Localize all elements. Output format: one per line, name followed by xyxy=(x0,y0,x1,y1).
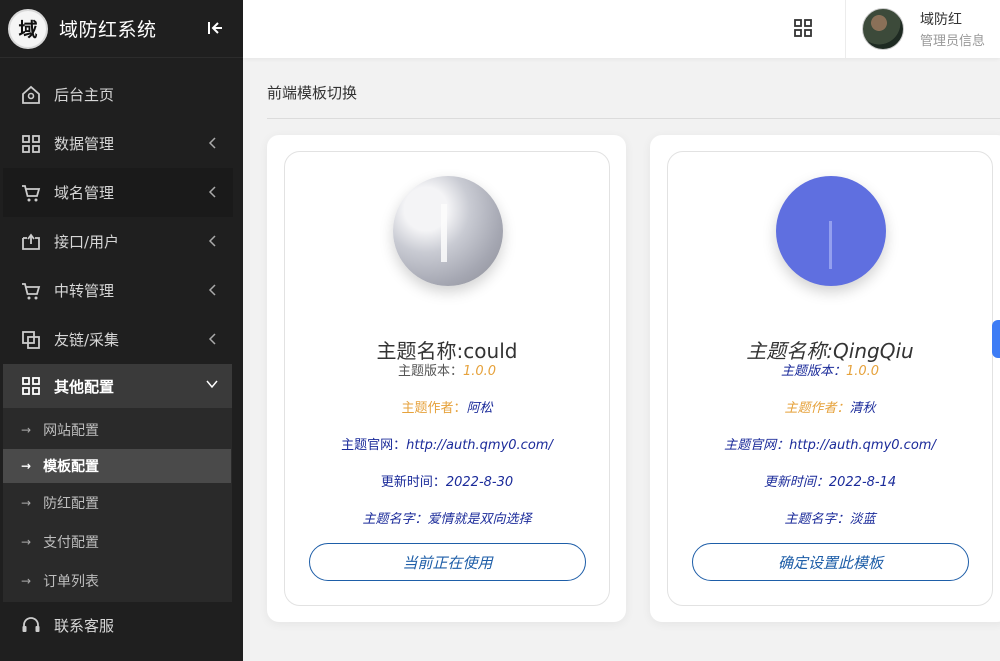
submenu-item-label: 订单列表 xyxy=(43,573,100,590)
chevron-left-icon xyxy=(208,284,216,296)
submenu-item-label: 防红配置 xyxy=(43,495,100,512)
sidebar-item-label: 其他配置 xyxy=(54,377,115,396)
sidebar-item-links[interactable]: 友链/采集 xyxy=(0,315,243,364)
theme-site-label: 主题官网： xyxy=(724,438,790,453)
set-theme-button[interactable]: 确定设置此模板 xyxy=(692,543,969,581)
theme-alias: 爱情就是双向选择 xyxy=(427,512,532,527)
sidebar-item-label: 数据管理 xyxy=(54,135,115,153)
sidebar-item-label: 接口/用户 xyxy=(54,233,120,251)
sidebar-item-support[interactable]: 联系客服 xyxy=(0,602,243,648)
theme-version-label: 主题版本： xyxy=(397,364,463,379)
theme-version: 1.0.0 xyxy=(845,364,880,379)
submenu-item-order-list[interactable]: → 订单列表 xyxy=(3,561,232,600)
user-role[interactable]: 管理员信息 xyxy=(920,30,985,49)
submenu-item-antiblock-config[interactable]: → 防红配置 xyxy=(3,483,232,522)
collapse-sidebar-icon[interactable] xyxy=(205,18,225,38)
sidebar-item-home[interactable]: 后台主页 xyxy=(0,70,243,119)
theme-alias-row: 主题名字：爱情就是双向选择 xyxy=(285,508,609,527)
sidebar-item-relay[interactable]: 中转管理 xyxy=(0,266,243,315)
app-logo: 域 xyxy=(8,8,48,49)
theme-updated-row: 更新时间：2022-8-14 xyxy=(668,471,992,490)
theme-updated: 2022-8-30 xyxy=(445,475,514,490)
sidebar-item-label: 友链/采集 xyxy=(54,331,120,349)
arrow-right-icon: → xyxy=(21,495,32,510)
grid-icon xyxy=(22,377,40,395)
theme-thumbnail xyxy=(776,176,886,286)
theme-card-inner: 主题名称:could 主题版本：1.0.0 主题作者：阿松 主题官网：http:… xyxy=(284,151,610,606)
theme-author: 清秋 xyxy=(849,401,876,416)
apps-grid-icon[interactable] xyxy=(792,17,814,39)
theme-alias-row: 主题名字：淡蓝 xyxy=(668,508,992,527)
sidebar-item-data[interactable]: 数据管理 xyxy=(0,119,243,168)
cart-icon xyxy=(22,282,41,299)
theme-site-link[interactable]: http://auth.qmy0.com/ xyxy=(406,438,553,453)
theme-version-row: 主题版本：1.0.0 xyxy=(668,360,992,379)
theme-updated: 2022-8-14 xyxy=(828,475,897,490)
home-icon xyxy=(22,85,40,104)
floating-side-tab[interactable] xyxy=(992,320,1000,358)
title-divider xyxy=(267,118,1000,119)
arrow-right-icon: → xyxy=(21,422,32,437)
theme-updated-label: 更新时间： xyxy=(763,475,829,490)
submenu-item-label: 支付配置 xyxy=(43,534,100,551)
submenu-item-label: 模板配置 xyxy=(43,459,100,475)
copy-icon xyxy=(22,330,40,349)
avatar[interactable] xyxy=(862,8,904,50)
sidebar: 域 域防红系统 后台主页 数据管理 域名管理 接口/用户 中转管理 友链/采集 … xyxy=(0,0,243,661)
sidebar-nav: 后台主页 数据管理 域名管理 接口/用户 中转管理 友链/采集 其他配置 → 网… xyxy=(0,70,243,648)
top-header: 域防红 管理员信息 xyxy=(243,0,1000,58)
chevron-left-icon xyxy=(208,333,216,345)
theme-site-row: 主题官网：http://auth.qmy0.com/ xyxy=(668,434,992,453)
sidebar-item-label: 后台主页 xyxy=(54,86,115,104)
arrow-right-icon: → xyxy=(21,534,32,549)
sidebar-item-label: 联系客服 xyxy=(54,616,115,635)
theme-author-label: 主题作者： xyxy=(401,401,467,416)
theme-site-row: 主题官网：http://auth.qmy0.com/ xyxy=(285,434,609,453)
theme-version: 1.0.0 xyxy=(462,364,497,379)
theme-author-row: 主题作者：阿松 xyxy=(285,397,609,416)
theme-version-label: 主题版本： xyxy=(780,364,846,379)
theme-version-row: 主题版本：1.0.0 xyxy=(285,360,609,379)
arrow-right-icon: → xyxy=(21,573,32,588)
theme-thumbnail xyxy=(393,176,503,286)
theme-updated-label: 更新时间： xyxy=(380,475,446,490)
theme-alias: 淡蓝 xyxy=(849,512,876,527)
theme-card: 主题名称:QingQiu 主题版本：1.0.0 主题作者：清秋 主题官网：htt… xyxy=(650,135,1000,622)
grid-icon xyxy=(22,134,40,153)
app-name: 域防红系统 xyxy=(59,19,157,41)
sidebar-item-label: 中转管理 xyxy=(54,282,115,300)
chevron-left-icon xyxy=(208,235,216,247)
sidebar-item-label: 域名管理 xyxy=(54,184,115,202)
user-name[interactable]: 域防红 xyxy=(920,9,962,29)
theme-site-label: 主题官网： xyxy=(341,438,407,453)
theme-alias-label: 主题名字： xyxy=(784,512,850,527)
theme-card-inner: 主题名称:QingQiu 主题版本：1.0.0 主题作者：清秋 主题官网：htt… xyxy=(667,151,993,606)
theme-site-link[interactable]: http://auth.qmy0.com/ xyxy=(789,438,936,453)
page-title: 前端模板切换 xyxy=(267,84,358,102)
theme-author-label: 主题作者： xyxy=(784,401,850,416)
submenu-item-template-config[interactable]: → 模板配置 xyxy=(3,449,231,483)
sidebar-item-other-config[interactable]: 其他配置 xyxy=(3,364,232,408)
upload-icon xyxy=(22,233,40,250)
theme-updated-row: 更新时间：2022-8-30 xyxy=(285,471,609,490)
submenu-item-site-config[interactable]: → 网站配置 xyxy=(3,410,232,449)
theme-card: 主题名称:could 主题版本：1.0.0 主题作者：阿松 主题官网：http:… xyxy=(267,135,626,622)
sidebar-item-api-users[interactable]: 接口/用户 xyxy=(0,217,243,266)
arrow-right-icon: → xyxy=(21,459,32,473)
chevron-left-icon xyxy=(208,137,216,149)
theme-author: 阿松 xyxy=(466,401,493,416)
chevron-down-icon xyxy=(206,380,218,389)
theme-author-row: 主题作者：清秋 xyxy=(668,397,992,416)
sidebar-item-domain[interactable]: 域名管理 xyxy=(3,168,233,217)
theme-in-use-button[interactable]: 当前正在使用 xyxy=(309,543,586,581)
chevron-left-icon xyxy=(208,186,216,198)
submenu-item-label: 网站配置 xyxy=(43,422,100,439)
submenu-other-config: → 网站配置 → 模板配置 → 防红配置 → 支付配置 → 订单列表 xyxy=(3,408,232,602)
theme-alias-label: 主题名字： xyxy=(362,512,428,527)
header-divider xyxy=(845,0,846,58)
headset-icon xyxy=(22,617,40,632)
submenu-item-payment-config[interactable]: → 支付配置 xyxy=(3,522,232,561)
cart-icon xyxy=(22,184,41,201)
